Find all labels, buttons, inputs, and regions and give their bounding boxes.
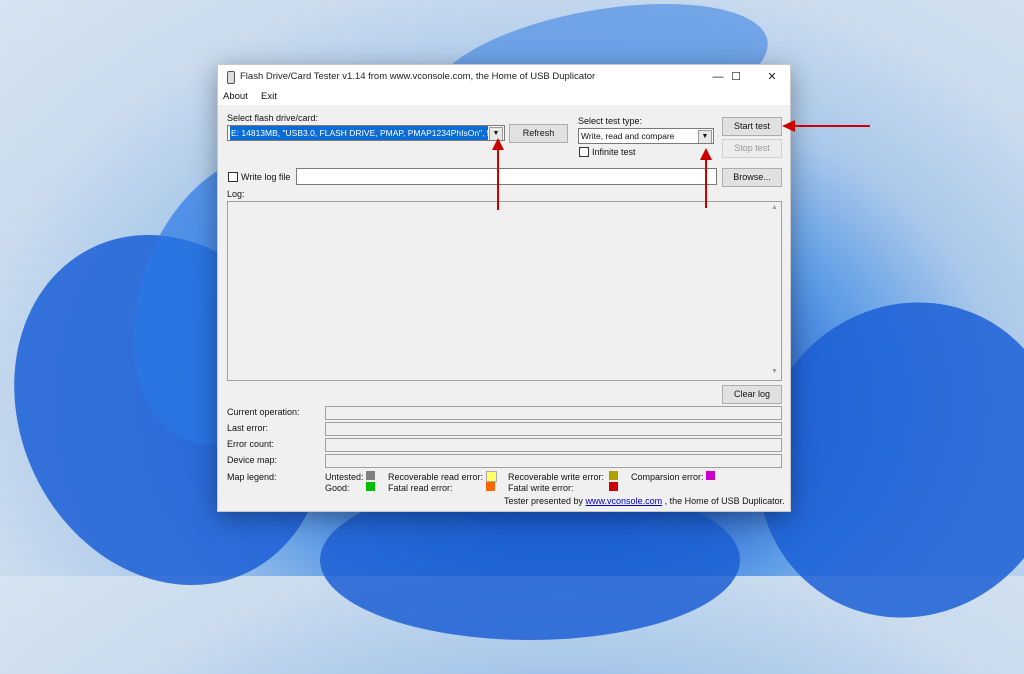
window-title: Flash Drive/Card Tester v1.14 from www.v… — [240, 71, 596, 82]
legend-recoverable-read-label: Recoverable read error: — [388, 472, 484, 482]
clear-log-button[interactable]: Clear log — [722, 385, 782, 404]
legend-good-label: Good: — [325, 483, 350, 493]
current-operation-label: Current operation: — [227, 407, 300, 417]
menu-bar: About Exit — [218, 89, 790, 105]
scroll-up-icon[interactable]: ▲ — [771, 204, 778, 211]
legend-untested-label: Untested: — [325, 472, 364, 482]
start-test-button[interactable]: Start test — [722, 117, 782, 136]
device-map-field — [325, 454, 782, 468]
log-label: Log: — [227, 189, 245, 199]
menu-about[interactable]: About — [223, 91, 248, 102]
map-legend-label: Map legend: — [227, 472, 277, 482]
legend-comparison-label: Comparsion error: — [631, 472, 704, 482]
legend-fatal-write-swatch — [609, 482, 618, 491]
last-error-field — [325, 422, 782, 436]
legend-fatal-read-swatch — [486, 482, 495, 491]
log-file-path-input[interactable] — [296, 168, 717, 185]
footer-credit: Tester presented by www.vconsole.com , t… — [504, 496, 785, 506]
chevron-down-icon[interactable]: ▼ — [698, 130, 712, 143]
write-log-label: Write log file — [241, 172, 291, 182]
test-type-select[interactable]: Write, read and compare ▼ — [578, 128, 714, 144]
annotation-arrow-up-drive — [492, 138, 504, 210]
write-log-checkbox[interactable] — [228, 172, 238, 182]
footer-suffix: , the Home of USB Duplicator. — [662, 496, 785, 506]
vconsole-link[interactable]: www.vconsole.com — [586, 496, 663, 506]
title-bar: Flash Drive/Card Tester v1.14 from www.v… — [218, 65, 790, 89]
legend-fatal-read-label: Fatal read error: — [388, 483, 453, 493]
log-textarea[interactable]: ▲ ▼ — [227, 201, 782, 381]
annotation-arrow-up-test-type — [700, 148, 712, 208]
error-count-label: Error count: — [227, 439, 275, 449]
close-button[interactable]: ✕ — [754, 65, 790, 89]
legend-comparison-swatch — [706, 471, 715, 480]
log-scrollbar[interactable]: ▲ ▼ — [768, 202, 781, 380]
legend-fatal-write-label: Fatal write error: — [508, 483, 574, 493]
drive-label: Select flash drive/card: — [227, 113, 319, 123]
legend-good-swatch — [366, 482, 375, 491]
drive-select-value: E: 14813MB, "USB3.0, FLASH DRIVE, PMAP, … — [230, 126, 488, 140]
last-error-label: Last error: — [227, 423, 269, 433]
annotation-arrow-left-start — [782, 120, 870, 132]
menu-exit[interactable]: Exit — [261, 91, 277, 102]
legend-recoverable-write-swatch — [609, 471, 618, 480]
test-type-value: Write, read and compare — [581, 131, 675, 141]
test-type-label: Select test type: — [578, 116, 643, 126]
error-count-field — [325, 438, 782, 452]
usb-drive-icon — [227, 71, 235, 84]
footer-prefix: Tester presented by — [504, 496, 586, 506]
device-map-label: Device map: — [227, 455, 278, 465]
refresh-button[interactable]: Refresh — [509, 124, 568, 143]
drive-select[interactable]: E: 14813MB, "USB3.0, FLASH DRIVE, PMAP, … — [227, 125, 505, 141]
app-window: Flash Drive/Card Tester v1.14 from www.v… — [217, 64, 791, 512]
maximize-button[interactable]: ☐ — [718, 65, 754, 89]
legend-untested-swatch — [366, 471, 375, 480]
legend-recoverable-read-swatch — [486, 471, 497, 482]
infinite-test-label: Infinite test — [592, 147, 636, 157]
legend-recoverable-write-label: Recoverable write error: — [508, 472, 605, 482]
current-operation-field — [325, 406, 782, 420]
infinite-test-checkbox[interactable] — [579, 147, 589, 157]
browse-button[interactable]: Browse... — [722, 168, 782, 187]
stop-test-button[interactable]: Stop test — [722, 139, 782, 158]
scroll-down-icon[interactable]: ▼ — [771, 368, 778, 375]
